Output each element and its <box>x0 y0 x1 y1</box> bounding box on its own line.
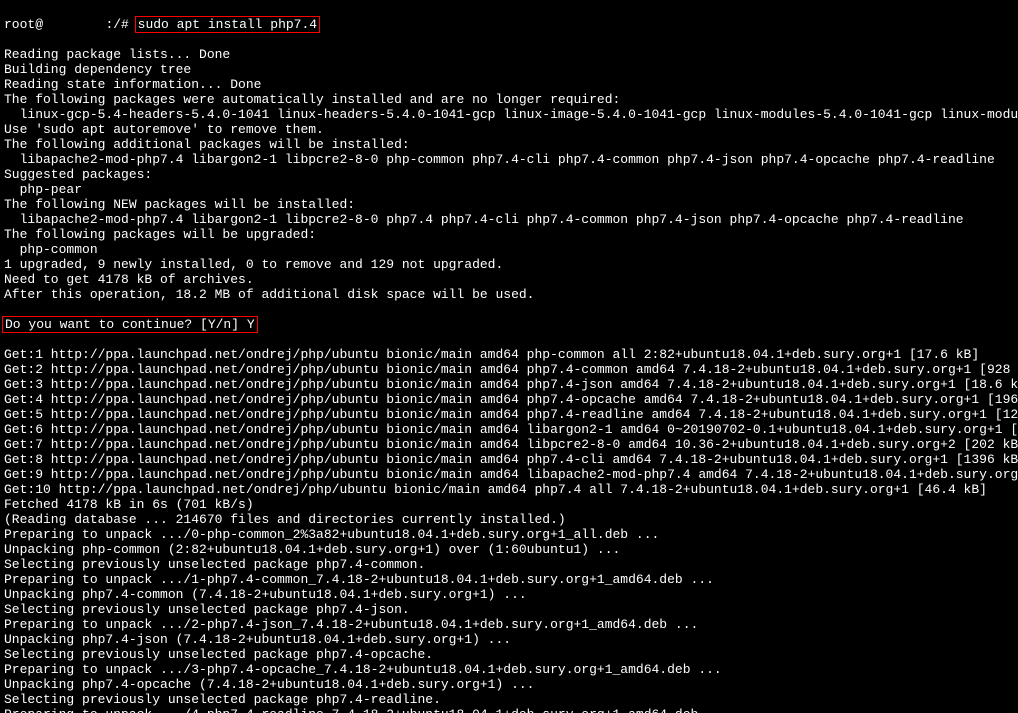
terminal-line: Selecting previously unselected package … <box>4 602 1014 617</box>
terminal-line: Get:4 http://ppa.launchpad.net/ondrej/ph… <box>4 392 1014 407</box>
terminal-line: The following NEW packages will be insta… <box>4 197 1014 212</box>
terminal-line: (Reading database ... 214670 files and d… <box>4 512 1014 527</box>
terminal-line: The following packages were automaticall… <box>4 92 1014 107</box>
terminal-line: Preparing to unpack .../0-php-common_2%3… <box>4 527 1014 542</box>
terminal-line: Preparing to unpack .../4-php7.4-readlin… <box>4 707 1014 713</box>
terminal-line: Unpacking php-common (2:82+ubuntu18.04.1… <box>4 542 1014 557</box>
terminal-line: libapache2-mod-php7.4 libargon2-1 libpcr… <box>4 152 1014 167</box>
terminal-line: Selecting previously unselected package … <box>4 557 1014 572</box>
redacted-hostname <box>43 17 105 32</box>
terminal-line: Suggested packages: <box>4 167 1014 182</box>
terminal-line: php-common <box>4 242 1014 257</box>
terminal-line: 1 upgraded, 9 newly installed, 0 to remo… <box>4 257 1014 272</box>
terminal-line: Get:2 http://ppa.launchpad.net/ondrej/ph… <box>4 362 1014 377</box>
prompt-prefix: root@ <box>4 17 43 32</box>
terminal-line: Reading package lists... Done <box>4 47 1014 62</box>
terminal-line: Building dependency tree <box>4 62 1014 77</box>
terminal-line: Get:7 http://ppa.launchpad.net/ondrej/ph… <box>4 437 1014 452</box>
terminal-line: Unpacking php7.4-opcache (7.4.18-2+ubunt… <box>4 677 1014 692</box>
terminal-line: After this operation, 18.2 MB of additio… <box>4 287 1014 302</box>
prompt-line[interactable]: root@ :/# sudo apt install php7.4 <box>4 17 1014 32</box>
terminal-line: Get:5 http://ppa.launchpad.net/ondrej/ph… <box>4 407 1014 422</box>
terminal-line: libapache2-mod-php7.4 libargon2-1 libpcr… <box>4 212 1014 227</box>
terminal-line: Need to get 4178 kB of archives. <box>4 272 1014 287</box>
terminal-output: root@ :/# sudo apt install php7.4 Readin… <box>0 0 1018 713</box>
terminal-line: Preparing to unpack .../1-php7.4-common_… <box>4 572 1014 587</box>
command-highlight: sudo apt install php7.4 <box>135 16 320 33</box>
prompt-suffix: :/# <box>105 17 136 32</box>
terminal-line: Get:10 http://ppa.launchpad.net/ondrej/p… <box>4 482 1014 497</box>
terminal-line: Get:9 http://ppa.launchpad.net/ondrej/ph… <box>4 467 1014 482</box>
terminal-line: Fetched 4178 kB in 6s (701 kB/s) <box>4 497 1014 512</box>
terminal-line: Unpacking php7.4-common (7.4.18-2+ubuntu… <box>4 587 1014 602</box>
terminal-line: Get:6 http://ppa.launchpad.net/ondrej/ph… <box>4 422 1014 437</box>
terminal-line: linux-gcp-5.4-headers-5.4.0-1041 linux-h… <box>4 107 1014 122</box>
terminal-line: Preparing to unpack .../3-php7.4-opcache… <box>4 662 1014 677</box>
terminal-line: Get:1 http://ppa.launchpad.net/ondrej/ph… <box>4 347 1014 362</box>
terminal-line: The following additional packages will b… <box>4 137 1014 152</box>
terminal-line: Reading state information... Done <box>4 77 1014 92</box>
terminal-line: php-pear <box>4 182 1014 197</box>
terminal-line: Selecting previously unselected package … <box>4 692 1014 707</box>
confirm-highlight[interactable]: Do you want to continue? [Y/n] Y <box>2 316 258 333</box>
terminal-line: Get:3 http://ppa.launchpad.net/ondrej/ph… <box>4 377 1014 392</box>
terminal-line: Use 'sudo apt autoremove' to remove them… <box>4 122 1014 137</box>
terminal-line: Selecting previously unselected package … <box>4 647 1014 662</box>
terminal-line: Get:8 http://ppa.launchpad.net/ondrej/ph… <box>4 452 1014 467</box>
terminal-line: The following packages will be upgraded: <box>4 227 1014 242</box>
terminal-line: Unpacking php7.4-json (7.4.18-2+ubuntu18… <box>4 632 1014 647</box>
terminal-line: Preparing to unpack .../2-php7.4-json_7.… <box>4 617 1014 632</box>
